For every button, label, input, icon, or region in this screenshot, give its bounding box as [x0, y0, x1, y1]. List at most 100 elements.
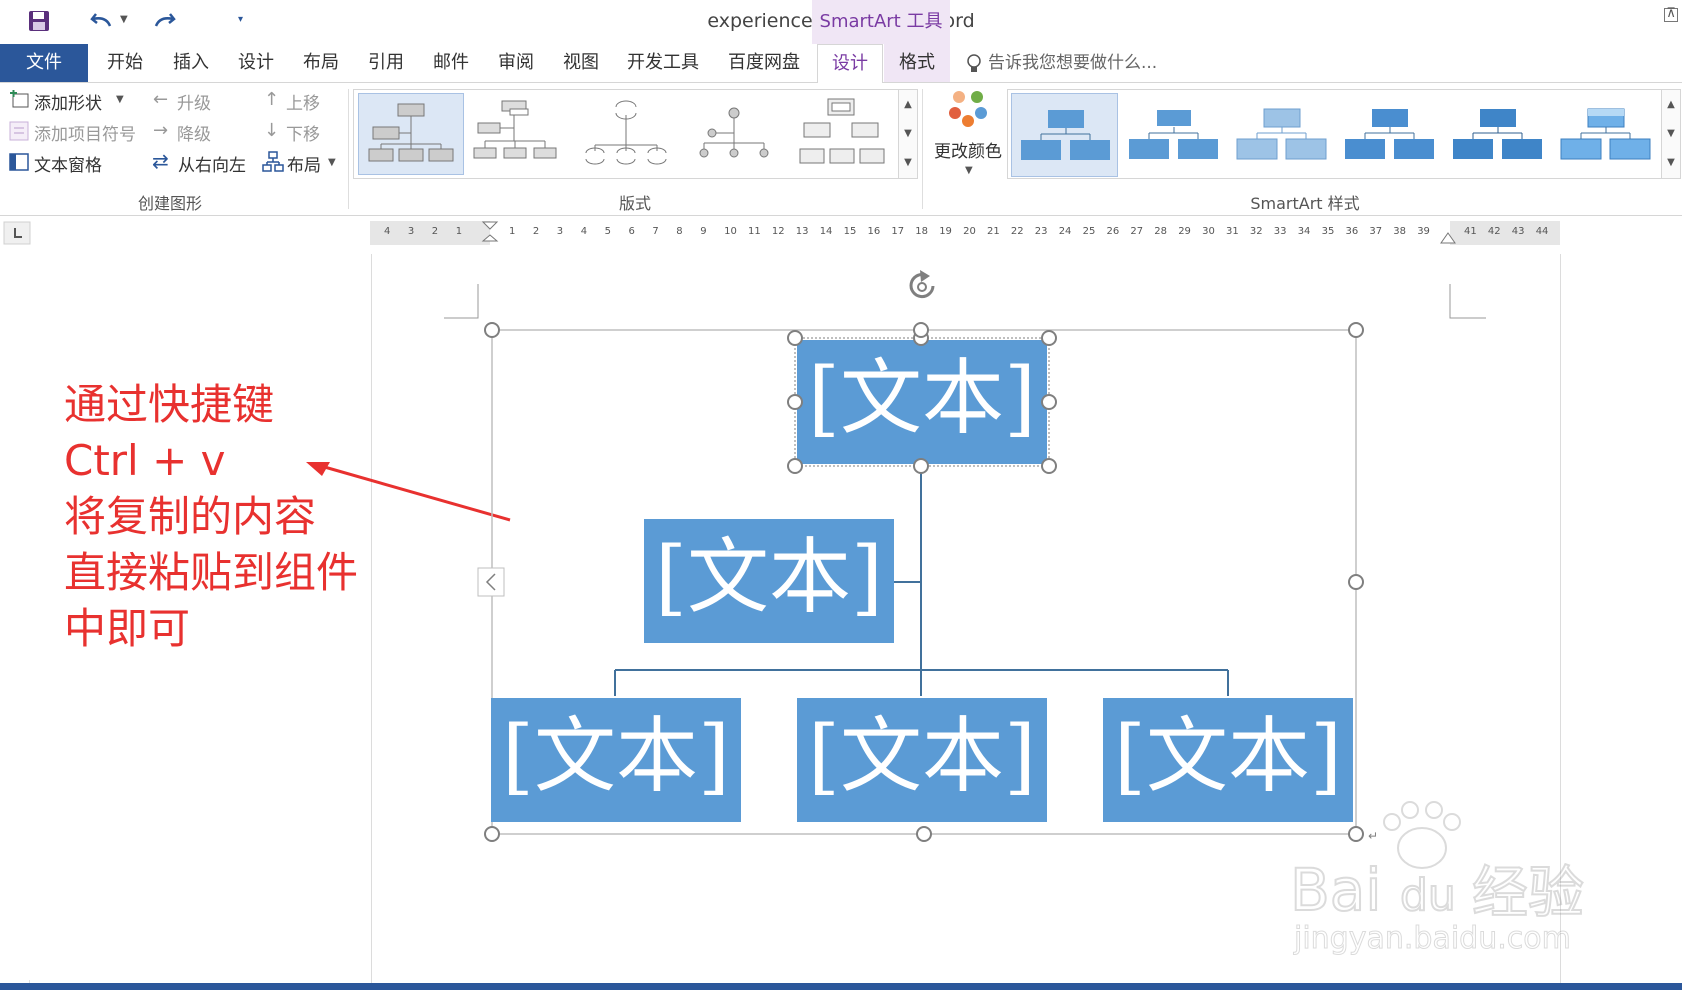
ruler-number: 30	[1202, 226, 1215, 237]
layout-dropdown-icon[interactable]: ▼	[328, 157, 336, 168]
styles-scroll-up-icon[interactable]: ▲	[1661, 90, 1680, 119]
ruler-number: 10	[724, 226, 737, 237]
gallery-more-icon[interactable]: ▼	[898, 148, 917, 178]
layout-half-circle-org[interactable]	[574, 93, 678, 173]
text-pane-icon	[9, 153, 29, 171]
ruler-number: 35	[1321, 226, 1335, 237]
tab-smartart-design[interactable]: 设计	[817, 44, 883, 84]
gallery-scroll-down-icon[interactable]: ▼	[898, 119, 917, 148]
ruler-number: 2	[431, 226, 439, 237]
smartart-node-child-2[interactable]: [文本]	[797, 698, 1047, 822]
ruler-number: 26	[1106, 226, 1120, 237]
ruler-number: 41	[1464, 226, 1477, 237]
status-bar	[0, 983, 1682, 990]
ruler-number: 42	[1487, 226, 1501, 237]
layout-table-hierarchy[interactable]	[790, 93, 894, 173]
tab-smartart-format[interactable]: 格式	[884, 44, 950, 82]
add-shape-button[interactable]: 添加形状	[34, 89, 102, 114]
ruler-number: 22	[1010, 226, 1024, 237]
tab-mailings[interactable]: 邮件	[422, 44, 480, 82]
rotate-handle-icon[interactable]	[909, 270, 935, 299]
ruler-number: 17	[891, 226, 905, 237]
smartart-node-child-1[interactable]: [文本]	[491, 698, 741, 822]
node-top-text[interactable]: [文本]	[808, 351, 1036, 446]
node-child-3-text[interactable]: [文本]	[1114, 709, 1342, 804]
style-white-outline[interactable]	[1120, 93, 1225, 175]
text-pane-toggle-button[interactable]	[477, 567, 505, 597]
gallery-scroll-up-icon[interactable]: ▲	[898, 90, 917, 119]
layout-org-chart[interactable]	[358, 93, 464, 175]
layout-circle-picture-hierarchy[interactable]	[682, 93, 786, 173]
layout-name-title-org[interactable]	[466, 93, 570, 173]
org-layout-icon	[262, 151, 284, 172]
promote-button[interactable]: 升级	[177, 89, 211, 114]
ruler-number: 39	[1417, 226, 1430, 237]
ruler-right-margin: 41 42 43 44	[1450, 221, 1560, 245]
baidu-jingyan-watermark-logo: Bai du 经验 jingyan.baidu.com	[1290, 801, 1585, 957]
text-pane-button[interactable]: 文本窗格	[34, 151, 102, 176]
ribbon-display-icon[interactable]: ⊼	[1664, 7, 1678, 22]
styles-more-icon[interactable]: ▼	[1661, 148, 1680, 178]
tell-me-search[interactable]: 告诉我您想要做什么...	[988, 44, 1188, 82]
tab-baidu-netdisk[interactable]: 百度网盘	[718, 44, 810, 82]
lightbulb-icon	[967, 54, 981, 72]
tab-design[interactable]: 设计	[227, 44, 285, 82]
ruler-number: 2	[532, 226, 540, 237]
tab-references[interactable]: 引用	[357, 44, 415, 82]
tab-selector[interactable]	[3, 221, 31, 245]
ruler-number: 33	[1273, 226, 1287, 237]
horizontal-ruler[interactable]: 4321 1 2 3 4 5 6 7 8 9 10 11 12 13 14 15 16 17 18 19 20 21 22…	[370, 221, 1560, 245]
smartart-node-top[interactable]: [文本]	[797, 340, 1047, 464]
style-polished[interactable]	[1552, 93, 1657, 175]
right-to-left-button[interactable]: 从右向左	[178, 151, 246, 176]
ruler-number: 29	[1178, 226, 1191, 237]
smartart-styles-group-label: SmartArt 样式	[1250, 194, 1360, 213]
tab-insert[interactable]: 插入	[162, 44, 220, 82]
layouts-gallery[interactable]: ▲ ▼ ▼	[353, 89, 918, 179]
move-down-button[interactable]: 下移	[286, 120, 320, 145]
add-shape-dropdown-icon[interactable]: ▼	[116, 94, 124, 105]
style-simple-fill[interactable]	[1011, 93, 1118, 177]
ruler-number: 14	[819, 226, 833, 237]
ruler-number: 3	[407, 226, 415, 237]
node-child-1-text[interactable]: [文本]	[502, 709, 730, 804]
change-colors-button[interactable]: 更改颜色	[930, 137, 1006, 162]
move-up-button[interactable]: 上移	[286, 89, 320, 114]
ruler-number: 27	[1130, 226, 1144, 237]
smartart-styles-gallery[interactable]: ▲ ▼ ▼	[1007, 89, 1681, 179]
ruler-number: 7	[652, 226, 659, 237]
right-to-left-icon: ⇄	[152, 149, 169, 173]
layouts-group-label: 版式	[618, 194, 651, 213]
tab-developer[interactable]: 开发工具	[617, 44, 709, 82]
ruler-number: 3	[556, 226, 564, 237]
style-moderate-effect[interactable]	[1336, 93, 1441, 175]
ruler-number: 4	[384, 226, 391, 237]
svg-text:du: du	[1400, 870, 1456, 921]
demote-button[interactable]: 降级	[177, 120, 211, 145]
style-subtle-effect[interactable]	[1228, 93, 1333, 175]
change-colors-icon	[949, 91, 987, 127]
node-assistant-text[interactable]: [文本]	[655, 530, 883, 625]
ruler-number: 23	[1034, 226, 1048, 237]
tab-view[interactable]: 视图	[552, 44, 610, 82]
smartart-node-assistant[interactable]: [文本]	[644, 519, 894, 643]
layout-button[interactable]: 布局	[287, 151, 321, 176]
tab-layout[interactable]: 布局	[292, 44, 350, 82]
tab-review[interactable]: 审阅	[487, 44, 545, 82]
indent-marker-icon[interactable]	[480, 221, 500, 245]
smartart-graphic[interactable]: [文本] [文本] [文本] [文本] [文本] ↵	[440, 260, 1400, 860]
right-indent-marker-icon[interactable]	[1438, 231, 1458, 245]
styles-scroll-down-icon[interactable]: ▼	[1661, 119, 1680, 148]
ribbon-tabs: 文件 开始 插入 设计 布局 引用 邮件 审阅 视图 开发工具 百度网盘 设计 …	[0, 44, 1682, 84]
ruler-number: 38	[1393, 226, 1407, 237]
add-bullet-button[interactable]: 添加项目符号	[34, 120, 136, 145]
node-child-2-text[interactable]: [文本]	[808, 709, 1036, 804]
tab-home[interactable]: 开始	[96, 44, 154, 82]
promote-icon: ←	[153, 89, 169, 110]
demote-icon: →	[153, 120, 169, 141]
move-up-icon: ↑	[264, 89, 280, 110]
tab-file[interactable]: 文件	[0, 44, 88, 82]
annotation-line-2: Ctrl + v	[64, 436, 226, 485]
change-colors-dropdown-icon[interactable]: ▼	[965, 165, 973, 176]
style-intense-effect[interactable]	[1444, 93, 1549, 175]
